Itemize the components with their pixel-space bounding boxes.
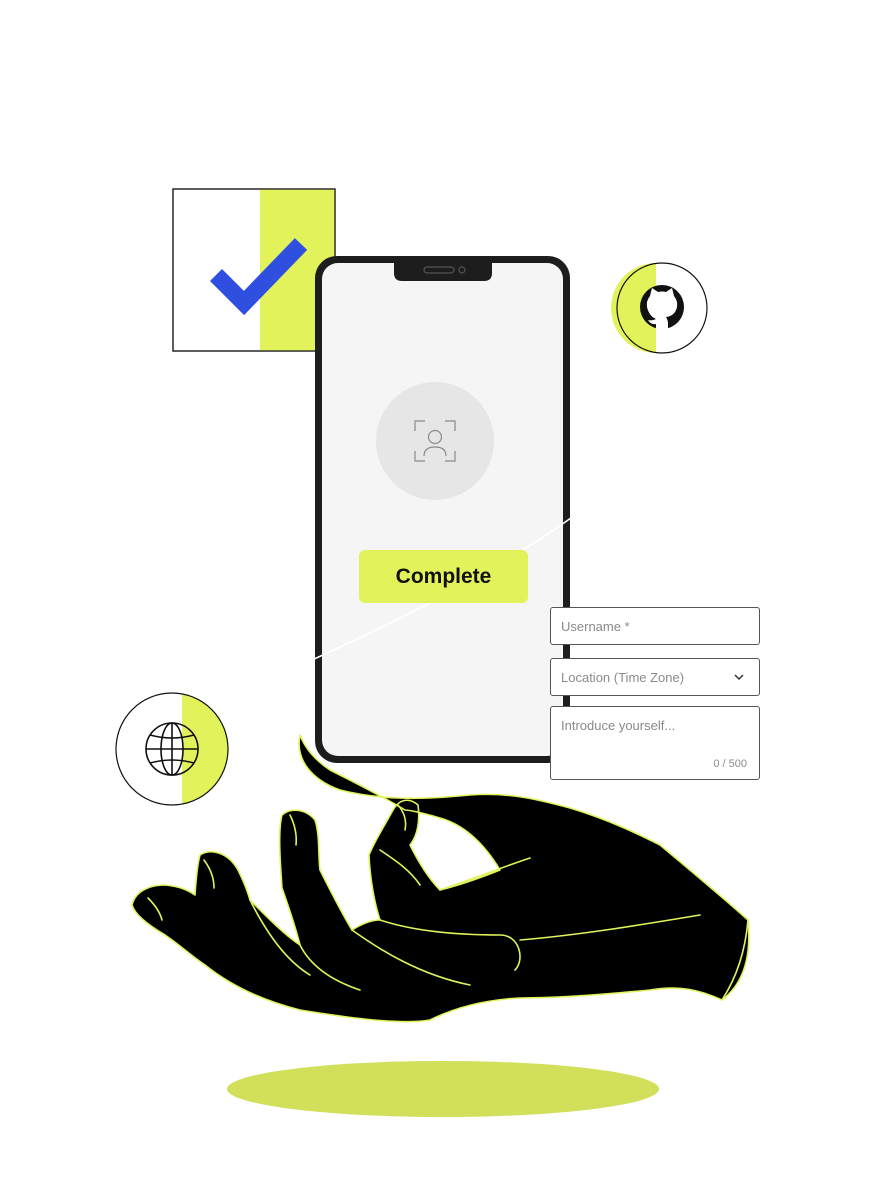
complete-button[interactable]: Complete	[359, 550, 528, 603]
location-select[interactable]: Location (Time Zone)	[550, 658, 760, 696]
chevron-down-icon[interactable]	[733, 671, 745, 683]
avatar-placeholder[interactable]	[376, 382, 494, 500]
introduce-yourself-textarea[interactable]: Introduce yourself... 0 / 500	[550, 706, 760, 780]
ground-shadow	[227, 1061, 659, 1117]
username-placeholder: Username *	[561, 619, 630, 634]
github-badge	[611, 262, 708, 354]
location-placeholder: Location (Time Zone)	[561, 670, 685, 685]
intro-placeholder: Introduce yourself...	[561, 718, 676, 733]
globe-badge	[115, 692, 229, 806]
phone	[315, 256, 570, 763]
check-card	[172, 188, 336, 352]
globe-icon	[145, 722, 199, 776]
character-counter: 0 / 500	[713, 758, 747, 770]
github-icon	[640, 285, 684, 329]
username-input[interactable]: Username *	[550, 607, 760, 645]
phone-notch	[394, 263, 492, 281]
